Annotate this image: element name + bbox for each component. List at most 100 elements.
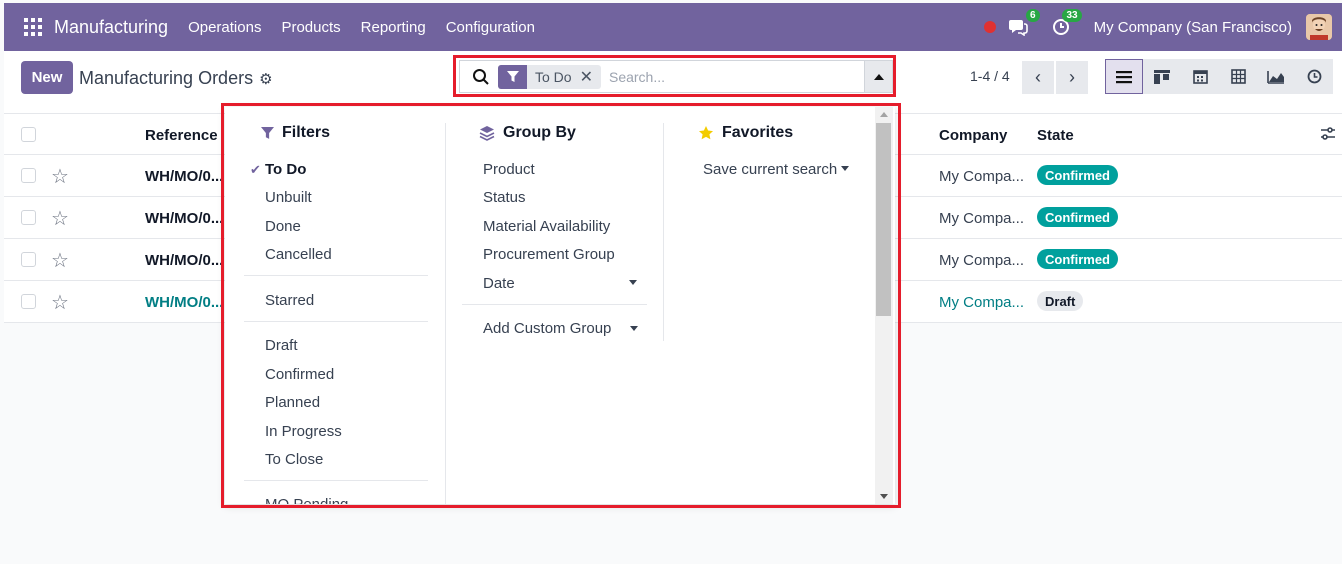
menu-products[interactable]: Products [281, 19, 340, 36]
kanban-view-button[interactable] [1143, 59, 1181, 94]
select-all-checkbox[interactable] [21, 127, 36, 142]
row-checkbox[interactable] [21, 168, 36, 183]
area-chart-icon [1267, 70, 1284, 84]
apps-menu-icon[interactable] [24, 18, 42, 36]
row-checkbox[interactable] [21, 252, 36, 267]
search-facet-todo: To Do ✕ [498, 64, 601, 89]
table-grid-icon [1230, 69, 1246, 84]
calendar-view-button[interactable] [1181, 59, 1219, 94]
filter-item[interactable]: Draft [265, 337, 298, 354]
list-view-button[interactable] [1105, 59, 1143, 94]
star-icon[interactable]: ☆ [51, 290, 69, 315]
groupby-item-date[interactable]: Date [483, 275, 515, 292]
layers-icon [479, 126, 495, 141]
cell-company[interactable]: My Compa... [939, 294, 1024, 311]
search-dropdown-toggle[interactable] [864, 61, 892, 92]
scroll-up-arrow-icon[interactable] [880, 112, 888, 117]
favorites-heading: Favorites [698, 124, 793, 142]
caret-down-icon[interactable] [630, 326, 638, 331]
filter-item[interactable]: To Close [265, 451, 323, 468]
cell-reference: WH/MO/0... [145, 252, 224, 269]
groupby-heading: Group By [479, 124, 576, 142]
filter-item[interactable]: To Do [265, 161, 306, 178]
record-indicator-icon[interactable] [983, 21, 996, 33]
top-navbar: Manufacturing Operations Products Report… [4, 3, 1342, 51]
filter-item[interactable]: Confirmed [265, 366, 334, 383]
graph-view-button[interactable] [1257, 59, 1295, 94]
star-icon[interactable]: ☆ [51, 206, 69, 231]
column-header-company[interactable]: Company [939, 127, 1007, 144]
company-switcher[interactable]: My Company (San Francisco) [1094, 19, 1292, 36]
facet-label: To Do [535, 68, 572, 85]
filters-heading: Filters [261, 124, 330, 142]
menu-reporting[interactable]: Reporting [361, 19, 426, 36]
divider [244, 275, 428, 276]
search-bar[interactable]: To Do ✕ [459, 60, 893, 93]
view-switcher [1105, 59, 1333, 94]
save-current-search[interactable]: Save current search [703, 161, 837, 178]
activities-button[interactable]: 33 [1052, 9, 1082, 37]
breadcrumb: Manufacturing Orders ⚙ [79, 68, 273, 89]
activity-view-button[interactable] [1295, 59, 1333, 94]
caret-down-icon[interactable] [629, 280, 637, 285]
filter-item[interactable]: MO Pending [265, 496, 348, 504]
menu-configuration[interactable]: Configuration [446, 19, 535, 36]
control-panel: New Manufacturing Orders ⚙ To Do ✕ 1-4 /… [4, 51, 1342, 113]
filter-item[interactable]: Planned [265, 394, 320, 411]
filter-item[interactable]: Starred [265, 292, 314, 309]
gear-icon[interactable]: ⚙ [259, 70, 272, 88]
star-icon[interactable]: ☆ [51, 164, 69, 189]
cell-reference: WH/MO/0... [145, 210, 224, 227]
filter-icon [498, 64, 527, 89]
search-input[interactable] [608, 68, 849, 85]
favorites-column: Favorites Save current search [664, 107, 874, 504]
menu-operations[interactable]: Operations [188, 19, 261, 36]
checkmark-icon: ✔ [250, 162, 261, 177]
kanban-icon [1154, 69, 1170, 84]
cell-company: My Compa... [939, 210, 1025, 227]
pivot-view-button[interactable] [1219, 59, 1257, 94]
divider [244, 480, 428, 481]
cell-reference[interactable]: WH/MO/0... [145, 294, 223, 311]
column-header-state[interactable]: State [1037, 127, 1074, 144]
filter-item[interactable]: Unbuilt [265, 189, 312, 206]
search-options-dropdown: Filters ✔ To Do Unbuilt Done Cancelled S… [225, 107, 895, 504]
user-avatar[interactable] [1306, 14, 1332, 40]
groupby-item[interactable]: Procurement Group [483, 246, 615, 263]
divider [462, 304, 647, 305]
filters-column: Filters ✔ To Do Unbuilt Done Cancelled S… [225, 107, 445, 504]
cell-reference: WH/MO/0... [145, 168, 224, 185]
divider [244, 321, 428, 322]
pager-next-button[interactable]: › [1056, 61, 1088, 94]
groupby-item[interactable]: Material Availability [483, 218, 610, 235]
groupby-item[interactable]: Status [483, 189, 526, 206]
pager-value[interactable]: 1-4 / 4 [970, 68, 1010, 84]
pager-previous-button[interactable]: ‹ [1022, 61, 1054, 94]
clock-icon [1307, 69, 1321, 84]
add-custom-group-select[interactable]: Add Custom Group [483, 320, 611, 337]
scrollbar-thumb[interactable] [876, 123, 891, 316]
filter-item[interactable]: Done [265, 218, 301, 235]
search-icon[interactable] [472, 68, 490, 86]
messages-button[interactable]: 6 [1008, 9, 1040, 37]
messages-count-badge: 6 [1026, 9, 1040, 22]
row-checkbox[interactable] [21, 294, 36, 309]
caret-down-icon[interactable] [841, 166, 849, 171]
activities-count-badge: 33 [1062, 9, 1082, 22]
star-icon[interactable]: ☆ [51, 248, 69, 273]
column-header-reference[interactable]: Reference [145, 127, 218, 144]
status-badge: Confirmed [1037, 249, 1118, 269]
page-title: Manufacturing Orders [79, 68, 254, 88]
groupby-column: Group By Product Status Material Availab… [446, 107, 664, 504]
list-icon [1116, 70, 1132, 83]
scroll-down-arrow-icon[interactable] [880, 494, 888, 499]
status-badge: Draft [1037, 291, 1084, 311]
groupby-item[interactable]: Product [483, 161, 535, 178]
filter-item[interactable]: Cancelled [265, 246, 332, 263]
row-checkbox[interactable] [21, 210, 36, 225]
new-button[interactable]: New [21, 61, 73, 94]
app-name[interactable]: Manufacturing [54, 17, 168, 38]
optional-columns-icon[interactable] [1320, 126, 1336, 142]
filter-item[interactable]: In Progress [265, 423, 342, 440]
remove-facet-icon[interactable]: ✕ [580, 67, 601, 87]
